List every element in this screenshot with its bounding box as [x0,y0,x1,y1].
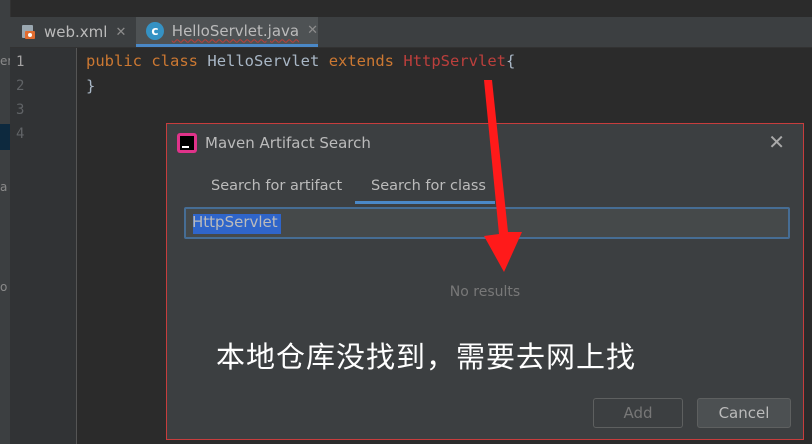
annotation-arrow [484,80,522,272]
annotation-text: 本地仓库没找到，需要去网上找 [216,340,637,374]
